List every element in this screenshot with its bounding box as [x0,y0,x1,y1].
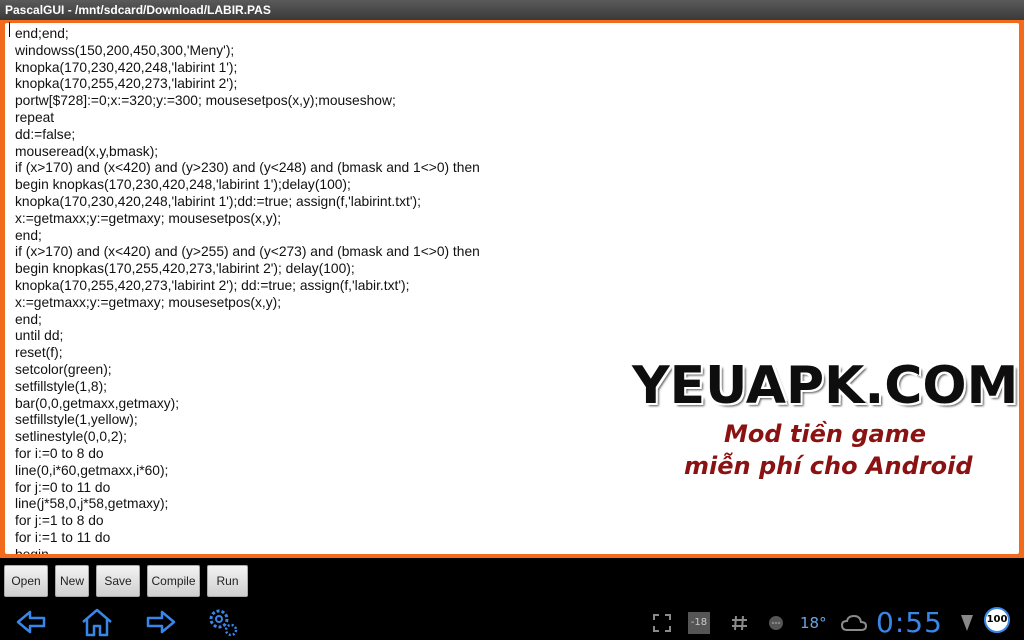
code-line: line(j*58,0,j*58,getmaxy); [15,496,169,512]
code-editor[interactable]: end;end; windowss(150,200,450,300,'Meny')… [5,23,1019,554]
clock: 0:55 [876,606,943,639]
code-line: setlinestyle(0,0,2); [15,429,127,445]
code-line: if (x>170) and (x<420) and (y>255) and (… [15,244,480,260]
system-navbar: -18 18° 0:55 100 [0,604,1024,640]
notification-badge-icon: -18 [688,612,710,634]
code-text[interactable]: end;end; windowss(150,200,450,300,'Meny')… [5,23,1019,554]
compile-button[interactable]: Compile [147,565,200,597]
code-line: begin knopkas(170,230,420,248,'labirint … [15,177,351,193]
chat-bubble-icon [769,616,783,630]
code-line: portw[$728]:=0;x:=320;y:=300; mousesetpo… [15,93,396,109]
settings-gears-icon[interactable] [206,606,240,638]
code-line: setfillstyle(1,yellow); [15,412,138,428]
code-line: mouseread(x,y,bmask); [15,143,159,159]
fullscreen-icon [653,614,671,632]
code-line: begin knopkas(170,255,420,273,'labirint … [15,261,355,277]
code-line: end; [15,311,42,327]
code-line: if (x>170) and (x<420) and (y>230) and (… [15,160,480,176]
code-line: knopka(170,230,420,248,'labirint 1'); [15,59,238,75]
new-button[interactable]: New [55,565,89,597]
code-line: windowss(150,200,450,300,'Meny'); [15,42,235,58]
code-line: begin [15,547,1019,554]
code-line: end; [15,227,42,243]
back-arrow-icon[interactable] [14,606,48,638]
code-line: repeat [15,109,55,125]
code-line: for i:=1 to 11 do [15,529,111,545]
editor-frame: end;end; windowss(150,200,450,300,'Meny')… [0,20,1024,558]
text-caret [9,22,10,37]
code-line: bar(0,0,getmaxx,getmaxy); [15,395,180,411]
code-line: reset(f); [15,345,63,361]
code-line: dd:=false; [15,126,76,142]
action-toolbar: Open New Save Compile Run [0,558,1024,604]
code-line: for j:=0 to 11 do [15,479,111,495]
code-line: knopka(170,230,420,248,'labirint 1');dd:… [15,193,421,209]
home-icon[interactable] [80,606,114,638]
code-line: setfillstyle(1,8); [15,378,108,394]
code-line: knopka(170,255,420,273,'labirint 2'); [15,76,238,92]
code-line: for j:=1 to 8 do [15,513,104,529]
open-button[interactable]: Open [4,565,48,597]
save-button[interactable]: Save [96,565,140,597]
hash-icon [732,615,747,631]
run-button[interactable]: Run [207,565,248,597]
battery-level-icon: 100 [984,607,1010,633]
code-line: end;end; [15,26,69,41]
code-line: x:=getmaxx;y:=getmaxy; mousesetpos(x,y); [15,210,282,226]
temperature-label: 18° [800,614,827,632]
signal-icon [961,615,973,631]
code-line: until dd; [15,328,64,344]
cloud-icon [840,614,868,631]
code-line: line(0,i*60,getmaxx,i*60); [15,462,169,478]
window-title: PascalGUI - /mnt/sdcard/Download/LABIR.P… [0,0,1024,20]
code-line: setcolor(green); [15,361,112,377]
code-line: x:=getmaxx;y:=getmaxy; mousesetpos(x,y); [15,294,282,310]
code-line: knopka(170,255,420,273,'labirint 2'); dd… [15,277,410,293]
code-line: for i:=0 to 8 do [15,445,104,461]
forward-arrow-icon[interactable] [144,606,178,638]
